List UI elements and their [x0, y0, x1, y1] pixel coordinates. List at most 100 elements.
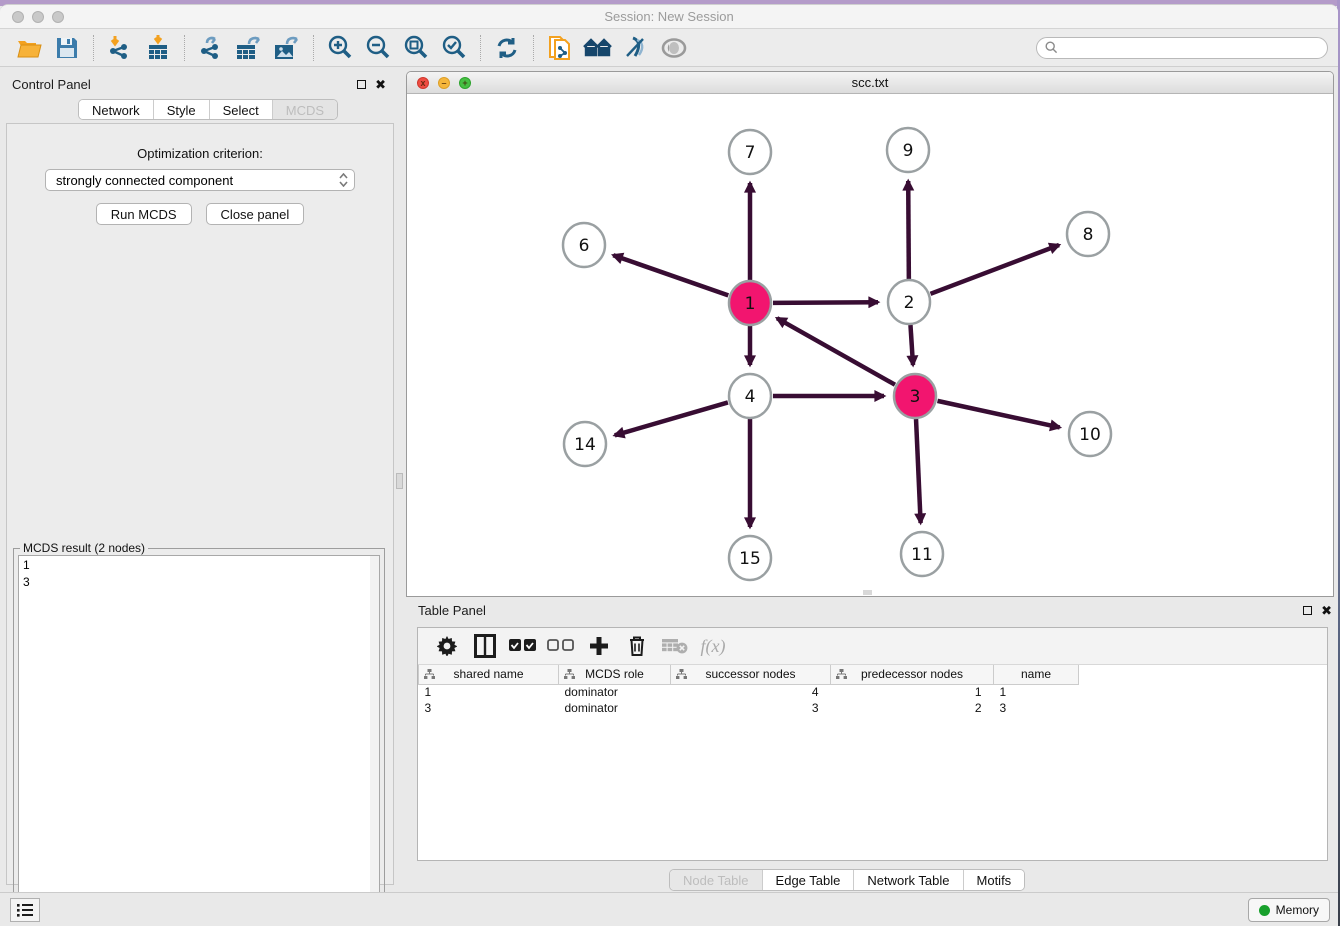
column-header-successor-nodes[interactable]: successor nodes	[671, 665, 831, 684]
table-panel-close-button[interactable]: ✖	[1321, 606, 1332, 615]
optimization-criterion-select[interactable]: strongly connected component	[45, 169, 355, 191]
graph-node-label-7: 7	[745, 143, 756, 163]
canvas-scrollbar-thumb[interactable]	[863, 590, 872, 595]
settings-gear-icon[interactable]	[430, 632, 464, 660]
home-layout-icon[interactable]	[583, 33, 613, 63]
select-stepper-icon	[339, 173, 348, 187]
network-window-titlebar[interactable]: x – + scc.txt	[407, 72, 1333, 94]
search-box[interactable]	[1036, 37, 1328, 59]
open-session-icon[interactable]	[14, 33, 44, 63]
optimization-criterion-label: Optimization criterion:	[7, 146, 393, 161]
close-panel-button[interactable]: Close panel	[206, 203, 305, 225]
graph-edge-2-8[interactable]	[931, 245, 1060, 294]
tab-select[interactable]: Select	[210, 100, 273, 119]
memory-button[interactable]: Memory	[1248, 898, 1330, 922]
add-row-icon[interactable]	[582, 632, 616, 660]
table-row[interactable]: 1 dominator 4 1 1	[419, 684, 1079, 700]
control-panel-title: Control Panel	[6, 77, 357, 92]
toolbar-separator	[533, 35, 534, 61]
graph-node-label-15: 15	[739, 549, 761, 569]
graph-edge-3-10[interactable]	[937, 401, 1059, 428]
network-view-window: x – + scc.txt 7968124314101511	[406, 71, 1334, 597]
tab-node-table[interactable]: Node Table	[670, 870, 763, 890]
graph-edge-1-6[interactable]	[613, 255, 728, 295]
graph-node-label-10: 10	[1079, 425, 1101, 445]
column-header-predecessor-nodes[interactable]: predecessor nodes	[831, 665, 994, 684]
tab-mcds[interactable]: MCDS	[273, 100, 337, 119]
column-header-mcds-role[interactable]: MCDS role	[559, 665, 671, 684]
table-panel-float-button[interactable]	[1303, 606, 1312, 615]
fx-label: f(x)	[701, 636, 726, 657]
node-table: shared name MCDS role successor nodes pr…	[418, 665, 1079, 716]
graph-edge-3-1[interactable]	[777, 318, 895, 384]
task-list-icon	[17, 903, 33, 917]
refresh-icon[interactable]	[492, 33, 522, 63]
graph-edge-1-2[interactable]	[773, 302, 878, 303]
memory-status-dot	[1259, 905, 1270, 916]
window-title: Session: New Session	[0, 9, 1338, 24]
graph-node-label-14: 14	[574, 435, 596, 455]
graph-node-label-8: 8	[1083, 225, 1094, 245]
memory-label: Memory	[1276, 903, 1319, 917]
tab-network[interactable]: Network	[79, 100, 154, 119]
network-canvas[interactable]: 7968124314101511	[407, 94, 1333, 596]
mcds-result-scrollbar[interactable]	[370, 556, 379, 920]
criterion-selected-value: strongly connected component	[56, 173, 339, 188]
column-flow-icon	[836, 669, 847, 680]
column-header-name[interactable]: name	[994, 665, 1079, 684]
panel-splitter-grip[interactable]	[396, 473, 403, 489]
network-window-title: scc.txt	[407, 75, 1333, 90]
delete-row-icon[interactable]	[620, 632, 654, 660]
tab-style[interactable]: Style	[154, 100, 210, 119]
zoom-fit-icon[interactable]	[401, 33, 431, 63]
graph-edge-3-11[interactable]	[916, 419, 921, 523]
control-panel: Control Panel ✖ Network Style Select MCD…	[6, 73, 394, 885]
save-session-icon[interactable]	[52, 33, 82, 63]
mcds-result-text[interactable]: 1 3	[18, 555, 380, 921]
control-panel-close-button[interactable]: ✖	[375, 80, 386, 89]
application-window: Session: New Session	[0, 4, 1338, 926]
control-panel-float-button[interactable]	[357, 80, 366, 89]
tab-motifs[interactable]: Motifs	[964, 870, 1025, 890]
preview-eye-icon[interactable]	[659, 33, 689, 63]
graph-node-label-9: 9	[903, 141, 914, 161]
export-image-icon[interactable]	[272, 33, 302, 63]
graph-node-label-2: 2	[904, 293, 915, 313]
clone-network-icon[interactable]	[545, 33, 575, 63]
run-mcds-button[interactable]: Run MCDS	[96, 203, 192, 225]
task-history-button[interactable]	[10, 898, 40, 922]
table-row[interactable]: 3 dominator 3 2 3	[419, 700, 1079, 716]
tab-network-table[interactable]: Network Table	[854, 870, 963, 890]
graph-node-label-1: 1	[745, 294, 756, 314]
mcds-result-group: MCDS result (2 nodes) 1 3	[13, 548, 385, 926]
search-input[interactable]	[1063, 41, 1319, 55]
graph-edge-2-3[interactable]	[910, 325, 913, 365]
deselect-all-icon[interactable]	[544, 632, 578, 660]
import-network-icon[interactable]	[105, 33, 135, 63]
table-panel-title: Table Panel	[412, 603, 1303, 618]
hide-graphics-details-icon[interactable]	[621, 33, 651, 63]
zoom-selected-icon[interactable]	[439, 33, 469, 63]
export-table-icon[interactable]	[234, 33, 264, 63]
apply-function-icon: f(x)	[696, 632, 730, 660]
graph-node-label-11: 11	[911, 545, 933, 565]
graph-node-label-3: 3	[910, 387, 921, 407]
zoom-in-icon[interactable]	[325, 33, 355, 63]
toolbar-separator	[93, 35, 94, 61]
select-all-icon[interactable]	[506, 632, 540, 660]
node-table-container: f(x) shared name MCDS role successor nod…	[417, 627, 1328, 861]
network-graph: 7968124314101511	[407, 94, 1333, 597]
graph-edge-4-14[interactable]	[615, 402, 728, 435]
column-header-shared-name[interactable]: shared name	[419, 665, 559, 684]
mcds-result-title: MCDS result (2 nodes)	[20, 541, 148, 555]
search-icon	[1045, 41, 1058, 54]
zoom-out-icon[interactable]	[363, 33, 393, 63]
export-network-icon[interactable]	[196, 33, 226, 63]
window-titlebar: Session: New Session	[0, 5, 1338, 29]
table-panel-tabs: Node Table Edge Table Network Table Moti…	[669, 869, 1025, 891]
column-flow-icon	[564, 669, 575, 680]
show-columns-icon[interactable]	[468, 632, 502, 660]
graph-edge-2-9[interactable]	[908, 181, 909, 279]
tab-edge-table[interactable]: Edge Table	[763, 870, 855, 890]
import-table-icon[interactable]	[143, 33, 173, 63]
